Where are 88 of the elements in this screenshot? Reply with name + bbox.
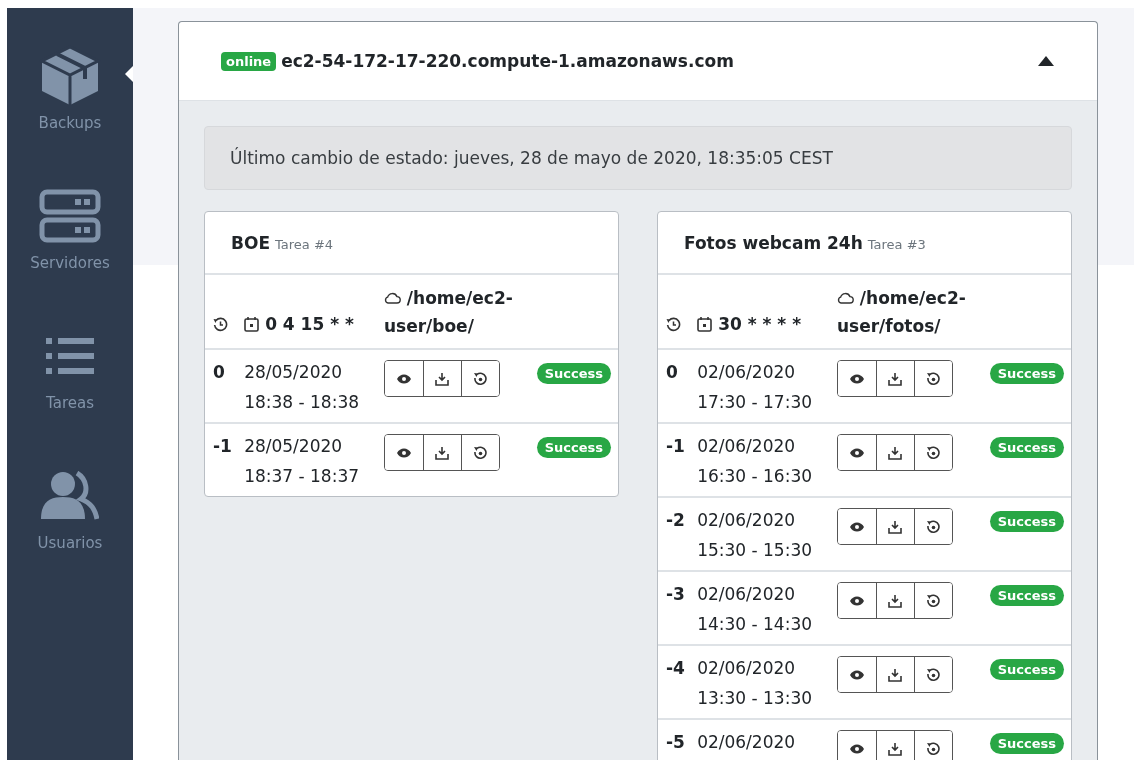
run-date: 02/06/2020 xyxy=(697,657,797,680)
run-index: -2 xyxy=(666,510,685,530)
restore-button[interactable] xyxy=(913,731,952,760)
run-date: 28/05/2020 xyxy=(244,361,344,384)
run-date: 28/05/2020 xyxy=(244,435,344,458)
status-badge: Success xyxy=(989,437,1064,458)
task-id: Tarea #3 xyxy=(867,236,926,252)
sidebar-item[interactable]: Usuarios xyxy=(7,428,133,568)
run-date: 02/06/2020 xyxy=(697,435,797,458)
status-badge: Success xyxy=(989,511,1064,532)
cloud-icon xyxy=(383,292,401,304)
eye-icon xyxy=(849,595,864,606)
download-icon xyxy=(888,593,903,608)
users-icon xyxy=(41,471,99,521)
calendar-icon xyxy=(697,316,713,332)
restore-button[interactable] xyxy=(460,361,499,396)
run-time: 13:30 - 13:30 xyxy=(697,687,814,710)
task-name: BOE xyxy=(231,232,271,253)
run-date: 02/06/2020 xyxy=(697,731,797,754)
run-time: 18:38 - 18:38 xyxy=(244,391,361,414)
download-icon xyxy=(888,371,903,386)
status-badge: Success xyxy=(989,659,1064,680)
status-badge: Success xyxy=(536,363,611,384)
download-icon xyxy=(435,445,450,460)
run-date: 02/06/2020 xyxy=(697,509,797,532)
eye-icon xyxy=(849,743,864,754)
cloud-icon xyxy=(836,292,854,304)
restore-button[interactable] xyxy=(913,657,952,692)
task-schedule: 30 * * * * xyxy=(718,313,802,336)
status-badge: Success xyxy=(989,585,1064,606)
download-icon xyxy=(888,667,903,682)
run-index: 0 xyxy=(213,362,225,382)
task-id: Tarea #4 xyxy=(275,236,334,252)
server-host: ec2-54-172-17-220.compute-1.amazonaws.com xyxy=(281,51,735,71)
run-index: -5 xyxy=(666,732,685,752)
task-path: /home/ec2-user/boe/ xyxy=(383,287,514,338)
restore-icon xyxy=(473,371,488,386)
download-icon xyxy=(435,371,450,386)
box-icon xyxy=(39,45,101,107)
restore-button[interactable] xyxy=(913,435,952,470)
run-time: 15:30 - 15:30 xyxy=(697,539,814,562)
eye-icon xyxy=(396,373,411,384)
sidebar-item[interactable]: Tareas xyxy=(7,288,133,428)
download-icon xyxy=(888,445,903,460)
run-date: 02/06/2020 xyxy=(697,583,797,606)
status-badge: Success xyxy=(536,437,611,458)
eye-icon xyxy=(396,447,411,458)
run-time: 18:37 - 18:37 xyxy=(244,465,361,488)
run-date: 02/06/2020 xyxy=(697,361,797,384)
calendar-icon xyxy=(244,316,260,332)
download-icon xyxy=(888,519,903,534)
restore-icon xyxy=(926,667,941,682)
collapse-icon[interactable] xyxy=(1037,55,1055,67)
run-time: 16:30 - 16:30 xyxy=(697,465,814,488)
restore-icon xyxy=(926,741,941,756)
restore-button[interactable] xyxy=(913,509,952,544)
sidebar-item[interactable]: Servidores xyxy=(7,148,133,288)
run-time: 14:30 - 14:30 xyxy=(697,613,814,636)
run-index: 0 xyxy=(666,362,678,382)
list-icon xyxy=(45,336,95,376)
task-path: /home/ec2-user/fotos/ xyxy=(836,287,967,338)
server-icon xyxy=(39,189,101,243)
run-time: 17:30 - 17:30 xyxy=(697,391,814,414)
history-icon xyxy=(666,317,681,332)
eye-icon xyxy=(849,373,864,384)
download-icon xyxy=(888,741,903,756)
run-index: -4 xyxy=(666,658,685,678)
restore-icon xyxy=(926,445,941,460)
run-index: -1 xyxy=(666,436,685,456)
status-badge: Success xyxy=(989,363,1064,384)
history-icon xyxy=(213,317,228,332)
restore-icon xyxy=(926,519,941,534)
eye-icon xyxy=(849,521,864,532)
restore-icon xyxy=(926,593,941,608)
run-index: -1 xyxy=(213,436,232,456)
eye-icon xyxy=(849,669,864,680)
restore-button[interactable] xyxy=(913,583,952,618)
eye-icon xyxy=(849,447,864,458)
task-schedule: 0 4 15 * * xyxy=(265,313,354,336)
restore-icon xyxy=(473,445,488,460)
restore-icon xyxy=(926,371,941,386)
task-name: Fotos webcam 24h xyxy=(684,232,863,253)
restore-button[interactable] xyxy=(460,435,499,470)
status-badge: Success xyxy=(989,733,1064,754)
status-badge: online xyxy=(221,51,277,71)
restore-button[interactable] xyxy=(913,361,952,396)
status-alert: Último cambio de estado: jueves, 28 de mayo de 2020, 18:35:05 CEST xyxy=(204,126,1072,190)
run-index: -3 xyxy=(666,584,685,604)
